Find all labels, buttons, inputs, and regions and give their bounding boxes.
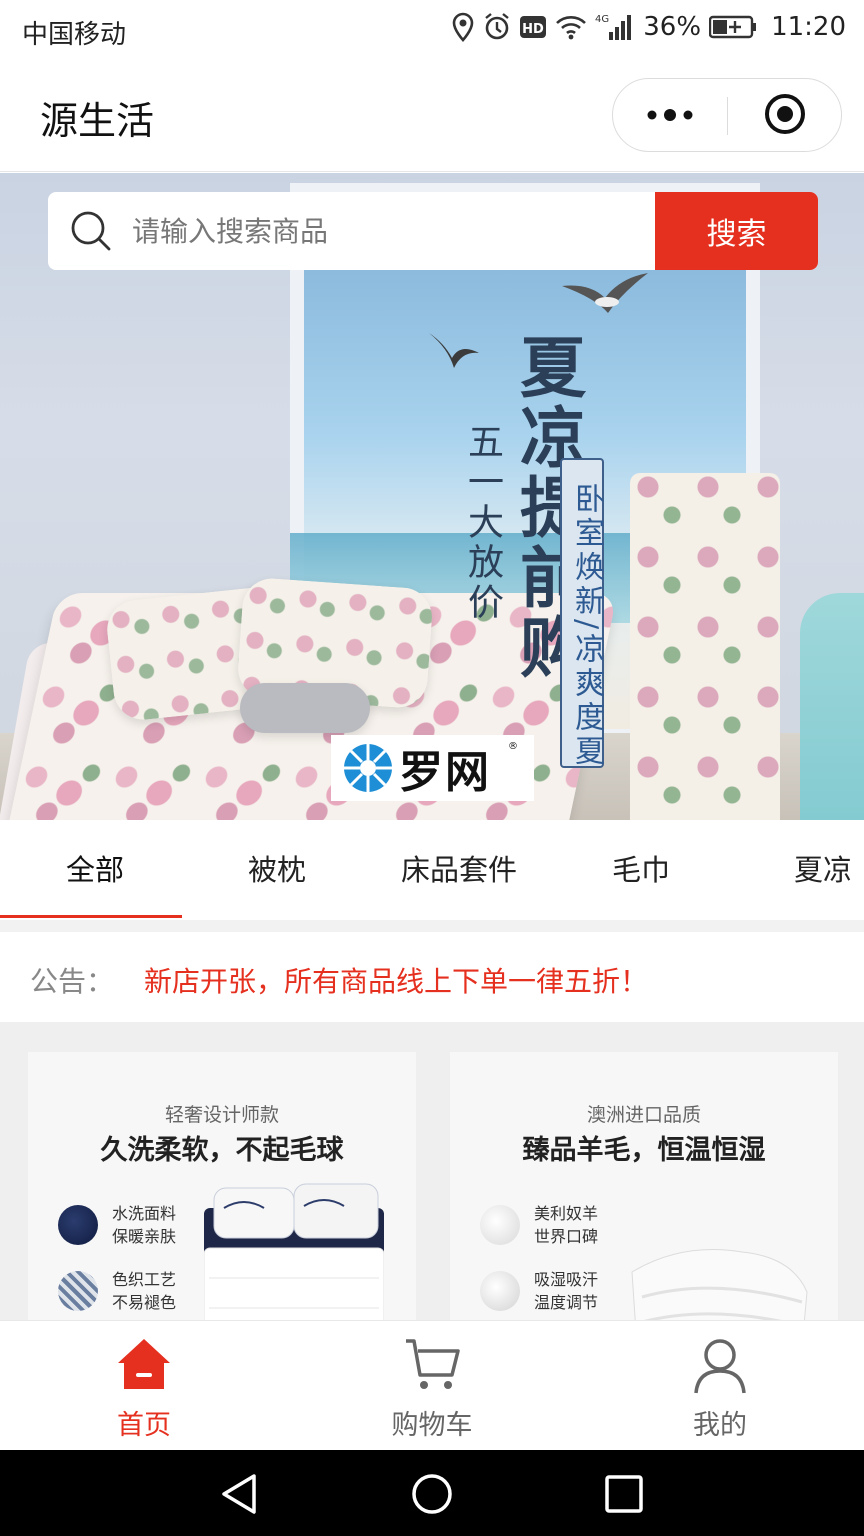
status-bar: 中国移动 HD 4G 36% 11:20	[0, 0, 864, 60]
banner-hanging-quilt	[630, 473, 780, 820]
back-icon[interactable]	[218, 1472, 262, 1516]
fabric-swatch-icon	[58, 1271, 98, 1311]
search-icon	[70, 210, 112, 256]
feature-line: 美利奴羊	[534, 1204, 599, 1223]
nav-profile[interactable]: 我的	[576, 1321, 864, 1451]
promo-subtitle: 轻奢设计师款	[164, 1104, 279, 1126]
promo-feature: 吸湿吸汗 温度调节	[480, 1268, 598, 1314]
battery-percent: 36%	[643, 12, 702, 42]
announcement-label: 公告：	[30, 965, 115, 998]
bottom-tab-bar: 首页 购物车 我的	[0, 1320, 864, 1450]
banner-pillow	[240, 683, 370, 733]
wool-swatch-icon	[480, 1271, 520, 1311]
feature-line: 色织工艺	[112, 1270, 177, 1289]
title-bar: 源生活	[0, 60, 864, 172]
nav-cart[interactable]: 购物车	[288, 1321, 576, 1451]
tab-all[interactable]: 全部	[4, 820, 186, 920]
fabric-swatch-icon	[58, 1205, 98, 1245]
promo-feature: 美利奴羊 世界口碑	[480, 1202, 598, 1248]
category-tabs: 全部 被枕 床品套件 毛巾 夏凉	[0, 820, 864, 920]
watermark-logo-icon	[344, 744, 392, 792]
more-icon	[645, 107, 695, 126]
nav-home[interactable]: 首页	[0, 1321, 288, 1451]
feature-line: 保暖亲肤	[112, 1227, 177, 1246]
feature-line: 不易褪色	[112, 1293, 177, 1312]
registered-mark-icon: ®	[508, 741, 518, 752]
user-icon	[694, 1339, 746, 1394]
banner-slogan-box-text: 卧室焕新/凉爽度夏	[569, 483, 604, 770]
seagull-icon	[562, 273, 648, 313]
close-button[interactable]	[728, 79, 842, 153]
carrier-name: 中国移动	[22, 20, 127, 50]
search-button[interactable]: 搜索	[655, 192, 818, 270]
svg-text:HD: HD	[522, 22, 544, 37]
tab-summer[interactable]: 夏凉	[732, 820, 864, 920]
promo-feature: 水洗面料 保暖亲肤	[58, 1202, 176, 1248]
wifi-icon	[555, 13, 587, 41]
tab-active-indicator	[0, 915, 182, 918]
promo-card[interactable]: 澳洲进口品质 臻品羊毛，恒温恒湿 美利奴羊世界口碑 吸湿吸汗温度调节	[450, 1052, 838, 1352]
section-divider	[0, 920, 864, 932]
watermark-text: 罗网	[399, 747, 491, 798]
promo-title: 久洗柔软，不起毛球	[100, 1135, 344, 1166]
banner-curtain	[800, 593, 864, 820]
nav-label: 首页	[117, 1410, 171, 1441]
feature-line: 水洗面料	[112, 1204, 177, 1223]
feature-line: 世界口碑	[534, 1227, 599, 1246]
system-navigation-bar	[0, 1450, 864, 1536]
mini-program-capsule	[612, 78, 842, 152]
page: 中国移动 HD 4G 36% 11:20 源生活 五一大放价 夏凉提前购 卧室焕…	[0, 0, 864, 1536]
watermark-logo: 罗网 ®	[331, 735, 534, 801]
search-input[interactable]	[132, 192, 652, 270]
promo-banner[interactable]: 五一大放价 夏凉提前购 卧室焕新/凉爽度夏 罗网 ®	[0, 173, 864, 820]
hd-icon: HD	[519, 14, 547, 40]
wool-swatch-icon	[480, 1205, 520, 1245]
announcement-text[interactable]: 新店开张，所有商品线上下单一律五折！	[144, 960, 648, 1000]
nav-label: 我的	[693, 1410, 747, 1441]
page-title: 源生活	[40, 99, 155, 143]
network-type-label: 4G	[595, 14, 609, 25]
home-icon	[118, 1339, 170, 1389]
home-circle-icon[interactable]	[410, 1472, 454, 1516]
promo-card[interactable]: 轻奢设计师款 久洗柔软，不起毛球 水洗面料保暖亲肤 色织工艺不易褪色	[28, 1052, 416, 1352]
promo-feature: 色织工艺 不易褪色	[58, 1268, 176, 1314]
search-bar: 搜索	[48, 192, 818, 270]
nav-label: 购物车	[391, 1410, 473, 1441]
tab-bedding-pillows[interactable]: 被枕	[186, 820, 368, 920]
tab-bedding-sets[interactable]: 床品套件	[368, 820, 550, 920]
feature-line: 吸湿吸汗	[534, 1270, 599, 1289]
recents-icon[interactable]	[602, 1472, 646, 1516]
seagull-icon	[429, 333, 479, 368]
location-icon	[451, 12, 475, 42]
more-button[interactable]	[613, 79, 727, 153]
battery-icon	[709, 14, 757, 40]
alarm-icon	[483, 12, 511, 42]
promo-subtitle: 澳洲进口品质	[586, 1104, 701, 1126]
feature-line: 温度调节	[534, 1293, 599, 1312]
promo-section: 轻奢设计师款 久洗柔软，不起毛球 水洗面料保暖亲肤 色织工艺不易褪色 澳洲进口品…	[0, 1022, 864, 1352]
promo-title: 臻品羊毛，恒温恒湿	[522, 1135, 766, 1166]
signal-icon: 4G	[595, 12, 635, 42]
clock: 11:20	[771, 12, 846, 42]
announcement-bar: 公告： 新店开张，所有商品线上下单一律五折！	[0, 932, 864, 1022]
close-icon	[763, 92, 807, 140]
tab-towels[interactable]: 毛巾	[550, 820, 732, 920]
status-icons: HD 4G 36% 11:20	[451, 12, 846, 42]
cart-icon	[406, 1339, 460, 1389]
bedding-product-image	[204, 1183, 384, 1338]
